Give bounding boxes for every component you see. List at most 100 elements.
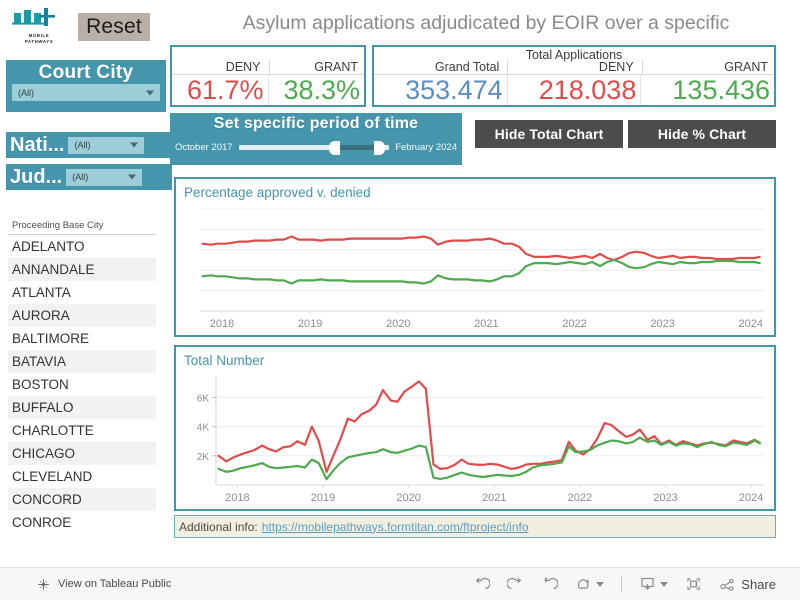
hide-percent-chart-button[interactable]: Hide % Chart [628, 120, 776, 148]
svg-text:2020: 2020 [386, 318, 410, 330]
additional-info-bar: Additional info: https://mobilepathways.… [174, 515, 776, 538]
list-item[interactable]: CHICAGO [8, 442, 156, 465]
list-item[interactable]: BUFFALO [8, 396, 156, 419]
view-on-tableau-public[interactable]: View on Tableau Public [36, 577, 171, 592]
city-list-header: Proceeding Base City [8, 218, 156, 235]
kpi-total-deny-label: DENY [508, 60, 643, 74]
kpi-grand-total-label: Grand Total [374, 60, 509, 74]
svg-text:2K: 2K [197, 452, 210, 463]
view-on-tableau-public-label: View on Tableau Public [58, 578, 172, 590]
chevron-down-icon[interactable] [660, 581, 669, 587]
filter-nationality-value: (All) [74, 140, 91, 150]
time-period-end-label: February 2024 [395, 142, 457, 153]
refresh-icon[interactable] [575, 577, 605, 592]
list-item[interactable]: CHARLOTTE [8, 419, 156, 442]
slider-handle-right[interactable] [373, 140, 385, 155]
svg-text:2018: 2018 [225, 492, 249, 504]
svg-text:2019: 2019 [298, 318, 322, 330]
chevron-down-icon [128, 174, 137, 180]
list-item[interactable]: CLEVELAND [8, 465, 156, 488]
additional-info-label: Additional info: [179, 519, 258, 534]
share-button[interactable]: Share [719, 577, 776, 592]
svg-text:2019: 2019 [311, 492, 335, 504]
tableau-logo-icon [38, 578, 49, 590]
time-period-slider[interactable]: October 2017 February 2024 [170, 140, 462, 155]
filter-nationality: Nati... (All) [6, 132, 172, 158]
percentage-chart-title: Percentage approved v. denied [184, 185, 371, 200]
kpi-total-grant-label: GRANT [724, 60, 768, 74]
hide-total-chart-button[interactable]: Hide Total Chart [475, 120, 623, 148]
list-item[interactable]: BATAVIA [8, 350, 156, 373]
kpi-grand-total-value: 353.474 [374, 75, 508, 105]
svg-text:2018: 2018 [210, 318, 234, 330]
filter-nationality-dropdown[interactable]: (All) [68, 136, 145, 154]
kpi-percent-deny-label: DENY [172, 60, 270, 74]
filter-court-city: Court City (All) [6, 60, 166, 112]
additional-info-link[interactable]: https://mobilepathways.formtitan.com/ftp… [262, 520, 529, 534]
list-item[interactable]: CONCORD [8, 488, 156, 511]
filter-court-city-dropdown[interactable]: (All) [12, 84, 160, 101]
download-icon[interactable] [639, 576, 669, 592]
kpi-percent-grant-label: GRANT [314, 60, 358, 74]
list-item[interactable]: AURORA [8, 304, 156, 327]
kpi-percent-box: DENY GRANT 61.7% 38.3% [170, 45, 366, 107]
filter-judge: Jud... (All) [6, 164, 172, 190]
time-period-filter: Set specific period of time October 2017… [170, 113, 462, 165]
toolbar-divider [621, 575, 623, 593]
bridge-buildings-icon [12, 8, 55, 26]
svg-text:2023: 2023 [650, 318, 674, 330]
list-item[interactable]: ANNANDALE [8, 258, 156, 281]
svg-text:6K: 6K [197, 393, 210, 404]
chevron-down-icon[interactable] [596, 581, 605, 587]
svg-text:2022: 2022 [562, 318, 586, 330]
slider-handle-left[interactable] [328, 140, 340, 155]
share-label: Share [741, 576, 776, 592]
kpi-percent-grant-value: 38.3% [283, 75, 360, 105]
mobile-pathways-logo: MOBILE PATHWAYS [10, 6, 68, 44]
total-chart-title: Total Number [184, 353, 265, 368]
list-item[interactable]: ADELANTO [8, 235, 156, 258]
filter-judge-value: (All) [72, 172, 89, 182]
chevron-down-icon [130, 142, 139, 148]
filter-nationality-label: Nati... [10, 134, 65, 156]
kpi-total-applications-box: Total Applications Grand Total DENY GRAN… [372, 45, 776, 107]
svg-text:2024: 2024 [739, 318, 763, 330]
filter-court-city-value: (All) [18, 87, 34, 98]
filter-judge-dropdown[interactable]: (All) [66, 168, 143, 186]
filter-judge-label: Jud... [10, 166, 63, 188]
dashboard-root: MOBILE PATHWAYS Reset Asylum application… [0, 0, 800, 600]
time-period-start-label: October 2017 [175, 142, 233, 153]
chevron-down-icon [146, 90, 154, 95]
tableau-toolbar: View on Tableau Public Share [0, 567, 800, 600]
list-item[interactable]: BALTIMORE [8, 327, 156, 350]
svg-text:2022: 2022 [568, 492, 592, 504]
percentage-chart-panel: Percentage approved v. denied 2018 2019 20… [174, 177, 776, 337]
revert-icon[interactable] [541, 577, 559, 592]
svg-text:4K: 4K [197, 423, 210, 434]
time-period-title: Set specific period of time [213, 115, 419, 132]
undo-icon[interactable] [473, 577, 491, 592]
list-item[interactable]: CONROE [8, 511, 156, 534]
kpi-total-deny-value: 218.038 [508, 75, 642, 105]
kpi-percent-deny-value: 61.7% [172, 75, 269, 105]
slider-track[interactable] [238, 140, 390, 155]
list-item[interactable]: BOSTON [8, 373, 156, 396]
page-title: Asylum applications adjudicated by EOIR … [242, 12, 730, 34]
reset-button[interactable]: Reset [78, 13, 150, 41]
total-chart-panel: Total Number 2K 4K 6K 2018 2019 2020 2021 2022 2… [174, 345, 776, 511]
svg-text:2020: 2020 [396, 492, 420, 504]
svg-text:2024: 2024 [739, 492, 763, 504]
total-chart-plot[interactable]: 2K 4K 6K 2018 2019 2020 2021 2022 2023 2024 [176, 373, 774, 507]
redo-icon[interactable] [507, 577, 524, 592]
svg-text:2021: 2021 [482, 492, 506, 504]
svg-text:2021: 2021 [474, 318, 498, 330]
kpi-total-caption: Total Applications [525, 48, 623, 62]
svg-text:2023: 2023 [653, 492, 677, 504]
proceeding-base-city-list: Proceeding Base City ADELANTO ANNANDALE AT… [8, 218, 156, 534]
list-item[interactable]: ATLANTA [8, 281, 156, 304]
filter-court-city-label: Court City [38, 62, 134, 83]
fullscreen-icon[interactable] [685, 576, 702, 592]
percentage-chart-plot[interactable]: 2018 2019 2020 2021 2022 2023 2024 [176, 205, 774, 333]
kpi-total-grant-value: 135.436 [672, 75, 771, 105]
logo-text-pathways: PATHWAYS [24, 38, 54, 44]
